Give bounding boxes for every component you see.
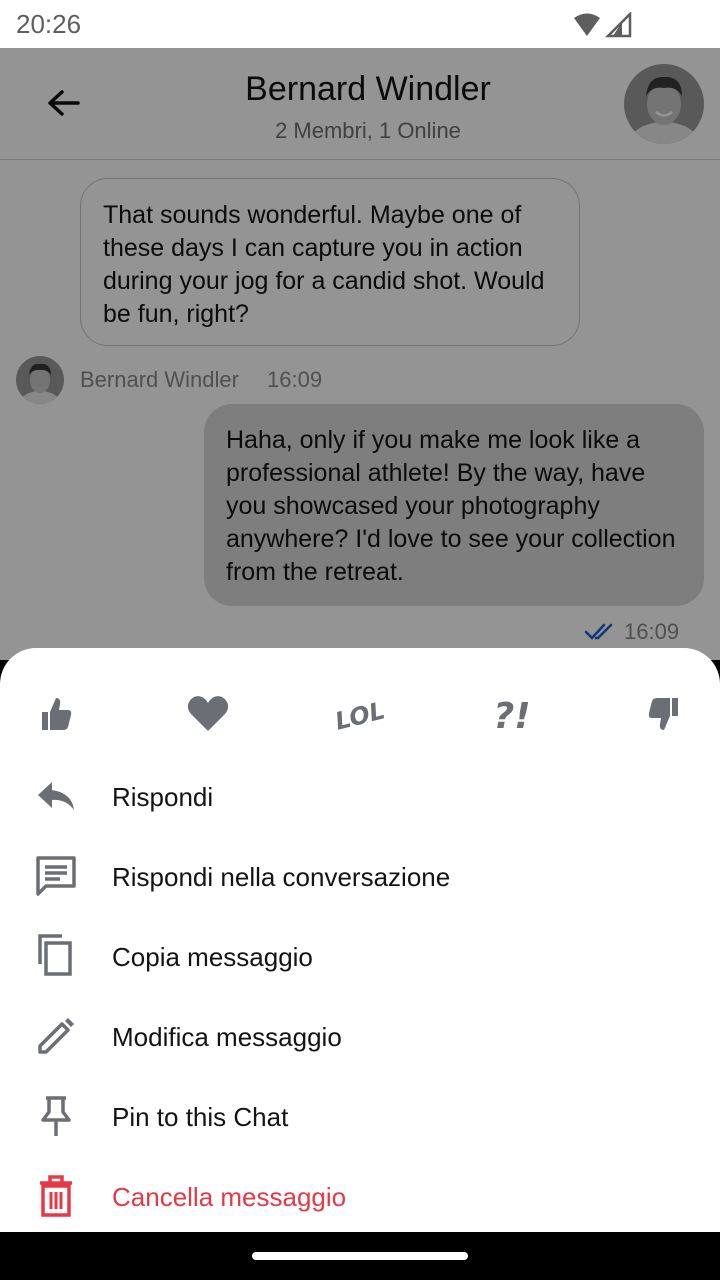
modal-scrim[interactable] xyxy=(0,48,720,668)
reaction-thumbs-down[interactable] xyxy=(632,682,696,746)
reaction-wow[interactable]: ?! xyxy=(480,682,544,746)
reaction-lol[interactable]: LOL xyxy=(328,682,392,746)
pin-action[interactable]: Pin to this Chat xyxy=(0,1074,720,1154)
action-label: Rispondi nella conversazione xyxy=(112,862,451,892)
reaction-bar: LOL ?! xyxy=(0,682,720,746)
copy-action[interactable]: Copia messaggio xyxy=(0,914,720,994)
status-bar: 20:26 xyxy=(0,0,720,48)
copy-icon xyxy=(38,934,72,976)
reaction-heart[interactable] xyxy=(176,682,240,746)
reaction-thumbs-up[interactable] xyxy=(24,682,88,746)
home-gesture-handle[interactable] xyxy=(252,1252,468,1260)
thumbs-down-icon xyxy=(648,698,678,730)
status-icons xyxy=(574,12,632,38)
thread-reply-icon xyxy=(36,856,76,896)
heart-icon xyxy=(187,696,229,731)
reply-action[interactable]: Rispondi xyxy=(0,754,720,834)
svg-text:LOL: LOL xyxy=(336,696,384,735)
wifi-icon xyxy=(574,13,600,36)
message-actions-sheet: LOL ?! Rispondi Rispondi nella conversaz… xyxy=(0,648,720,1232)
action-label: Copia messaggio xyxy=(112,942,313,972)
status-time: 20:26 xyxy=(16,9,82,39)
action-label: Rispondi xyxy=(112,782,214,812)
pin-icon xyxy=(41,1096,71,1136)
edit-icon xyxy=(38,1018,74,1054)
wow-icon: ?! xyxy=(493,696,530,736)
edit-action[interactable]: Modifica messaggio xyxy=(0,994,720,1074)
action-label: Cancella messaggio xyxy=(112,1182,347,1212)
reply-icon xyxy=(38,782,74,810)
delete-icon xyxy=(40,1175,72,1217)
action-label: Modifica messaggio xyxy=(112,1022,342,1052)
lol-icon: LOL xyxy=(336,696,384,735)
thumbs-up-icon xyxy=(42,698,72,730)
thread-reply-action[interactable]: Rispondi nella conversazione xyxy=(0,834,720,914)
action-label: Pin to this Chat xyxy=(112,1102,289,1132)
svg-text:?!: ?! xyxy=(493,696,530,736)
delete-action[interactable]: Cancella messaggio xyxy=(0,1154,720,1234)
system-nav-bar xyxy=(0,1232,720,1280)
